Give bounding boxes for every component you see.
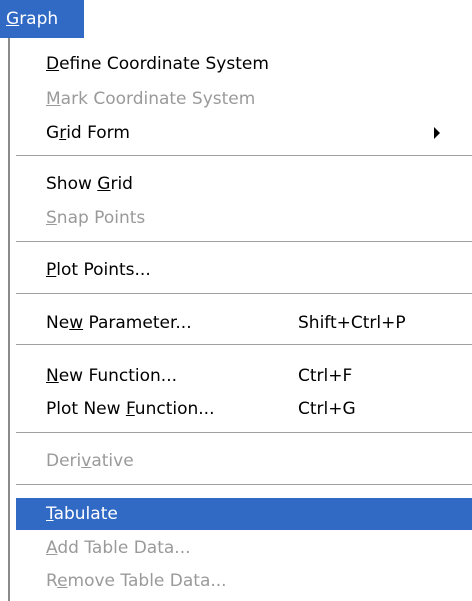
menu-left-border: [8, 38, 10, 601]
menu-item-derivative[interactable]: Derivative: [16, 445, 472, 477]
menu-separator: [16, 293, 472, 295]
menu-item-label: Show Grid: [46, 174, 133, 194]
menu-item-label: Derivative: [46, 451, 134, 471]
menu-item-shortcut: Shift+Ctrl+P: [298, 313, 406, 333]
menu-item-label: Remove Table Data...: [46, 571, 227, 591]
menu-item-label: Grid Form: [46, 123, 130, 143]
menu-item-snap-points[interactable]: Snap Points: [16, 202, 472, 234]
menu-item-define-coordinate-system[interactable]: Define Coordinate System: [16, 48, 472, 80]
menu-separator: [16, 432, 472, 434]
submenu-arrow-icon: [434, 127, 440, 139]
menu-item-remove-table-data[interactable]: Remove Table Data...: [16, 565, 472, 597]
menu-item-label: Plot New Function...: [46, 399, 215, 419]
menu-item-plot-points[interactable]: Plot Points...: [16, 254, 472, 286]
menu-item-new-parameter[interactable]: New Parameter... Shift+Ctrl+P: [16, 307, 472, 339]
menu-item-shortcut: Ctrl+F: [298, 366, 353, 386]
menu-item-label: Add Table Data...: [46, 538, 191, 558]
menu-item-show-grid[interactable]: Show Grid: [16, 168, 472, 200]
menu-separator: [16, 241, 472, 243]
menu-item-label: Tabulate: [46, 504, 118, 524]
menu-separator: [16, 344, 472, 346]
menu-item-plot-new-function[interactable]: Plot New Function... Ctrl+G: [16, 393, 472, 425]
menu-item-label: New Parameter...: [46, 313, 192, 333]
menu-item-label: Snap Points: [46, 208, 146, 228]
menu-item-shortcut: Ctrl+G: [298, 399, 356, 419]
menu-separator: [16, 484, 472, 486]
graph-menu-title-label: Graph: [6, 9, 59, 29]
menu-item-label: Mark Coordinate System: [46, 89, 256, 109]
menu-item-label: New Function...: [46, 366, 178, 386]
menu-item-tabulate[interactable]: Tabulate: [16, 498, 472, 530]
menu-item-mark-coordinate-system[interactable]: Mark Coordinate System: [16, 83, 472, 115]
menu-item-add-table-data[interactable]: Add Table Data...: [16, 532, 472, 564]
graph-menu-title[interactable]: Graph: [0, 0, 84, 38]
menu-item-label: Define Coordinate System: [46, 54, 269, 74]
menu-item-grid-form[interactable]: Grid Form: [16, 117, 472, 149]
menu-item-label: Plot Points...: [46, 260, 151, 280]
menu-separator: [16, 155, 472, 157]
menu-item-new-function[interactable]: New Function... Ctrl+F: [16, 360, 472, 392]
